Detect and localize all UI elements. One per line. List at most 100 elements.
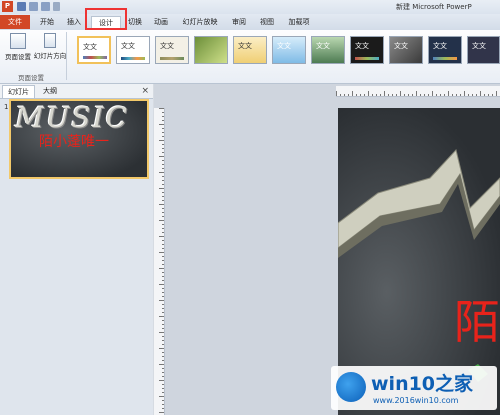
ruler-tick bbox=[159, 348, 164, 349]
powerpoint-icon[interactable]: P bbox=[2, 1, 13, 12]
theme-office[interactable]: 文文 bbox=[77, 36, 111, 64]
ruler-tick bbox=[432, 91, 433, 96]
theme-11[interactable]: 文文 bbox=[467, 36, 500, 64]
design-tab-highlight bbox=[85, 8, 127, 30]
ruler-tick bbox=[396, 94, 397, 96]
ruler-tick bbox=[162, 196, 164, 197]
ruler-tick bbox=[162, 392, 164, 393]
ruler-tick bbox=[372, 94, 373, 96]
ruler-tick bbox=[162, 260, 164, 261]
ruler-tick bbox=[159, 412, 164, 413]
tab-slides[interactable]: 幻灯片 bbox=[2, 85, 35, 98]
ruler-tick bbox=[162, 408, 164, 409]
theme-10[interactable]: 文文 bbox=[428, 36, 462, 64]
ruler-tick bbox=[400, 91, 401, 96]
ruler-tick bbox=[460, 94, 461, 96]
close-icon[interactable]: × bbox=[141, 85, 149, 97]
ruler-tick bbox=[162, 352, 164, 353]
tab-review[interactable]: 审阅 bbox=[228, 16, 250, 29]
redo-icon[interactable] bbox=[41, 2, 50, 11]
slides-panel: 幻灯片 大纲 × 1 MUSIC 陌小蓬唯一 bbox=[0, 84, 153, 415]
ruler-tick bbox=[162, 136, 164, 137]
theme-2[interactable]: 文文 bbox=[116, 36, 150, 64]
theme-8[interactable]: 文文 bbox=[350, 36, 384, 64]
ruler-tick bbox=[380, 94, 381, 96]
ruler-tick bbox=[162, 144, 164, 145]
theme-6[interactable]: 文文 bbox=[272, 36, 306, 64]
tab-file[interactable]: 文件 bbox=[0, 15, 30, 29]
ruler-tick bbox=[476, 94, 477, 96]
ruler-tick bbox=[159, 396, 164, 397]
ruler-tick bbox=[162, 120, 164, 121]
theme-color-strip bbox=[433, 57, 457, 60]
ruler-tick bbox=[162, 324, 164, 325]
tab-view[interactable]: 视图 bbox=[256, 16, 278, 29]
ruler-tick bbox=[162, 276, 164, 277]
ruler-tick bbox=[159, 316, 164, 317]
ruler-tick bbox=[162, 404, 164, 405]
slide-thumbnail[interactable]: MUSIC 陌小蓬唯一 bbox=[11, 101, 147, 177]
page-setup-group-label: 页面设置 bbox=[18, 74, 44, 82]
ruler-tick bbox=[468, 94, 469, 96]
ruler-tick bbox=[356, 94, 357, 96]
ruler-tick bbox=[452, 94, 453, 96]
ruler-tick bbox=[480, 91, 481, 96]
window-title: 新建 Microsoft PowerP bbox=[396, 3, 472, 11]
theme-5[interactable]: 文文 bbox=[233, 36, 267, 64]
theme-label: 文文 bbox=[160, 42, 174, 50]
ruler-tick bbox=[364, 94, 365, 96]
watermark-url: www.2016win10.com bbox=[373, 396, 459, 405]
ruler-tick bbox=[428, 94, 429, 96]
tab-animations[interactable]: 动画 bbox=[150, 16, 172, 29]
theme-7[interactable]: 文文 bbox=[311, 36, 345, 64]
ruler-tick bbox=[162, 168, 164, 169]
theme-4[interactable] bbox=[194, 36, 228, 64]
ruler-tick bbox=[159, 380, 164, 381]
tab-transitions[interactable]: 切换 bbox=[124, 16, 146, 29]
ruler-tick bbox=[162, 308, 164, 309]
ruler-tick bbox=[420, 94, 421, 96]
ruler-tick bbox=[162, 304, 164, 305]
theme-3[interactable]: 文文 bbox=[155, 36, 189, 64]
page-setup-button[interactable]: 页面设置 bbox=[2, 32, 34, 68]
ruler-tick bbox=[162, 112, 164, 113]
theme-9[interactable]: 文文 bbox=[389, 36, 423, 64]
ruler-tick bbox=[162, 256, 164, 257]
ruler-tick bbox=[162, 360, 164, 361]
undo-icon[interactable] bbox=[29, 2, 38, 11]
ruler-tick bbox=[336, 91, 337, 96]
ruler-tick bbox=[162, 376, 164, 377]
ruler-tick bbox=[162, 164, 164, 165]
ribbon-tabs: 文件 开始 插入 设计 切换 动画 幻灯片放映 审阅 视图 加载项 bbox=[0, 14, 500, 31]
tab-outline[interactable]: 大纲 bbox=[38, 85, 62, 97]
ruler-tick bbox=[340, 94, 341, 96]
theme-label: 文文 bbox=[472, 42, 486, 50]
tab-home[interactable]: 开始 bbox=[34, 16, 60, 29]
tab-slideshow[interactable]: 幻灯片放映 bbox=[178, 16, 222, 29]
panel-tabs: 幻灯片 大纲 × bbox=[0, 84, 153, 99]
ruler-tick bbox=[388, 94, 389, 96]
slide-title-text[interactable]: 陌 bbox=[454, 286, 500, 352]
ruler-tick bbox=[488, 94, 489, 96]
save-icon[interactable] bbox=[17, 2, 26, 11]
ruler-tick bbox=[159, 332, 164, 333]
ruler-tick bbox=[159, 252, 164, 253]
vertical-ruler[interactable] bbox=[154, 108, 165, 415]
ruler-tick bbox=[162, 248, 164, 249]
ribbon: 页面设置 幻灯片方向 页面设置 文文 文文 文文 文文 文文 文文 文文 文文 … bbox=[0, 30, 500, 84]
ruler-tick bbox=[162, 336, 164, 337]
slide-orientation-button[interactable]: 幻灯片方向 bbox=[33, 32, 67, 68]
ruler-tick bbox=[344, 94, 345, 96]
theme-label: 文文 bbox=[238, 42, 252, 50]
tab-addins[interactable]: 加载项 bbox=[284, 16, 314, 29]
ruler-tick bbox=[159, 124, 164, 125]
ruler-tick bbox=[162, 180, 164, 181]
ruler-tick bbox=[162, 280, 164, 281]
ruler-tick bbox=[162, 132, 164, 133]
ruler-tick bbox=[159, 140, 164, 141]
customize-toolbar-icon[interactable] bbox=[53, 2, 60, 11]
tab-insert[interactable]: 插入 bbox=[62, 16, 86, 29]
horizontal-ruler[interactable] bbox=[336, 86, 500, 97]
ruler-tick bbox=[159, 236, 164, 237]
ruler-tick bbox=[162, 184, 164, 185]
